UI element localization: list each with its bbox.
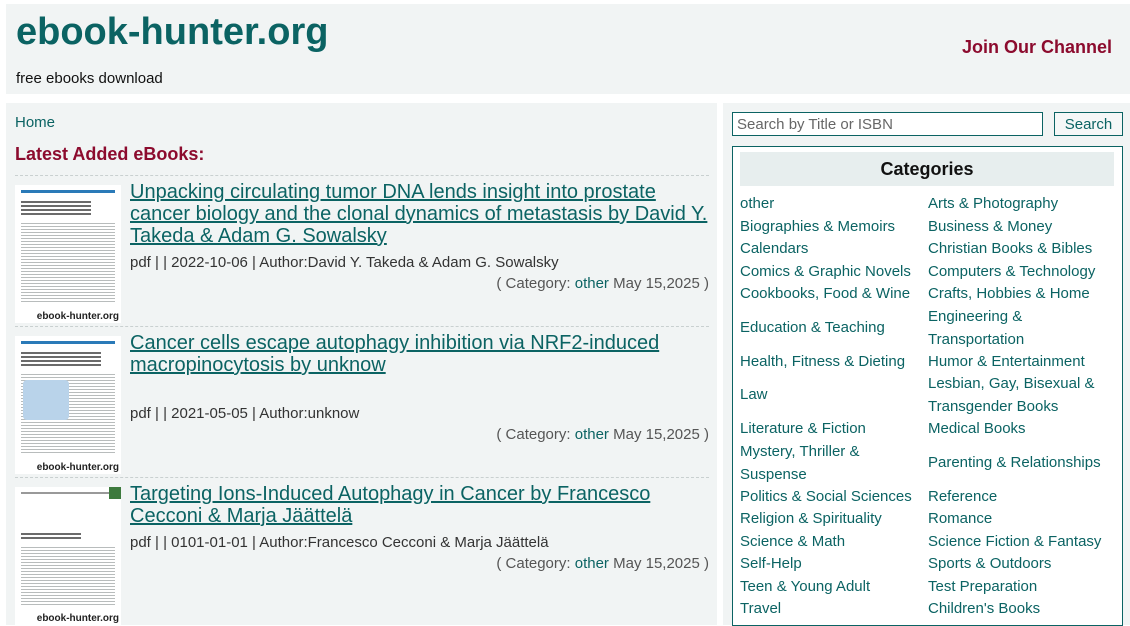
category-link-lgbt[interactable]: Lesbian, Gay, Bisexual & Transgender Boo…: [928, 373, 1108, 418]
category-link-crafts[interactable]: Crafts, Hobbies & Home: [928, 283, 1090, 306]
category-link-health[interactable]: Health, Fitness & Dieting: [740, 351, 905, 374]
cover-header-bar: [21, 492, 115, 498]
book-title-link[interactable]: Cancer cells escape autophagy inhibition…: [130, 332, 715, 376]
search-button[interactable]: Search: [1054, 112, 1123, 136]
join-channel-link[interactable]: Join Our Channel: [962, 37, 1112, 58]
book-title-link[interactable]: Unpacking circulating tumor DNA lends in…: [130, 181, 715, 247]
category-link-biographies[interactable]: Biographies & Memoirs: [740, 216, 895, 239]
category-link-politics[interactable]: Politics & Social Sciences: [740, 486, 912, 509]
category-link-literature[interactable]: Literature & Fiction: [740, 418, 866, 441]
cover-watermark: ebook-hunter.org: [15, 613, 121, 625]
categories-heading: Categories: [740, 152, 1114, 186]
book-cover-image[interactable]: ebook-hunter.org: [15, 185, 121, 323]
book-category-line: ( Category: other May 15,2025 ): [496, 555, 709, 572]
cover-header-bar: [21, 341, 115, 347]
site-header: ebook-hunter.org free ebooks download Jo…: [6, 4, 1130, 94]
category-link-christian[interactable]: Christian Books & Bibles: [928, 238, 1092, 261]
book-cover-image[interactable]: ebook-hunter.org: [15, 487, 121, 625]
book-meta: pdf | | 0101-01-01 | Author:Francesco Ce…: [130, 534, 549, 551]
book-category-link[interactable]: other: [575, 275, 609, 292]
book-meta: pdf | | 2021-05-05 | Author:unknow: [130, 405, 360, 422]
cover-text-lines: [21, 547, 115, 607]
category-link-arts[interactable]: Arts & Photography: [928, 193, 1058, 216]
category-link-medical[interactable]: Medical Books: [928, 418, 1026, 441]
category-link-computers[interactable]: Computers & Technology: [928, 261, 1095, 284]
category-link-other[interactable]: other: [740, 193, 774, 216]
book-list: ebook-hunter.org Unpacking circulating t…: [15, 175, 709, 625]
book-category-link[interactable]: other: [575, 426, 609, 443]
book-category-link[interactable]: other: [575, 555, 609, 572]
category-link-mystery[interactable]: Mystery, Thriller & Suspense: [740, 441, 920, 486]
main-content: Home Latest Added eBooks: ebook-hunter.o…: [6, 103, 717, 625]
category-link-parenting[interactable]: Parenting & Relationships: [928, 452, 1101, 475]
search-input[interactable]: [732, 112, 1043, 136]
cover-figure: [23, 380, 69, 420]
category-link-scifi[interactable]: Science Fiction & Fantasy: [928, 531, 1101, 554]
category-link-travel[interactable]: Travel: [740, 598, 781, 621]
category-link-romance[interactable]: Romance: [928, 508, 992, 531]
book-meta: pdf | | 2022-10-06 | Author:David Y. Tak…: [130, 254, 559, 271]
sidebar: Search Categories other Biographies & Me…: [723, 103, 1130, 626]
category-prefix: ( Category:: [496, 426, 571, 443]
category-link-business[interactable]: Business & Money: [928, 216, 1052, 239]
cover-title-lines: [21, 352, 101, 366]
book-item: ebook-hunter.org Cancer cells escape aut…: [15, 326, 709, 477]
breadcrumb-home-link[interactable]: Home: [15, 114, 55, 131]
category-link-law[interactable]: Law: [740, 384, 768, 407]
categories-panel: Categories other Biographies & Memoirs C…: [732, 146, 1123, 626]
book-category-line: ( Category: other May 15,2025 ): [496, 426, 709, 443]
cover-watermark: ebook-hunter.org: [15, 462, 121, 474]
cover-text-lines: [21, 223, 115, 303]
site-tagline: free ebooks download: [16, 70, 163, 87]
category-link-engineering[interactable]: Engineering & Transportation: [928, 306, 1058, 351]
category-link-comics[interactable]: Comics & Graphic Novels: [740, 261, 911, 284]
category-link-calendars[interactable]: Calendars: [740, 238, 808, 261]
cover-corner-mark: [109, 487, 121, 499]
category-prefix: ( Category:: [496, 275, 571, 292]
book-category-line: ( Category: other May 15,2025 ): [496, 275, 709, 292]
cover-title-lines: [21, 201, 91, 215]
book-title-link[interactable]: Targeting Ions-Induced Autophagy in Canc…: [130, 483, 715, 527]
cover-title-lines: [21, 533, 81, 539]
book-item: ebook-hunter.org Unpacking circulating t…: [15, 175, 709, 326]
site-title-link[interactable]: ebook-hunter.org: [16, 9, 328, 55]
category-link-reference[interactable]: Reference: [928, 486, 997, 509]
book-date: May 15,2025 ): [613, 275, 709, 292]
category-link-religion[interactable]: Religion & Spirituality: [740, 508, 882, 531]
category-link-teen[interactable]: Teen & Young Adult: [740, 576, 870, 599]
category-link-humor[interactable]: Humor & Entertainment: [928, 351, 1085, 374]
category-link-education[interactable]: Education & Teaching: [740, 317, 885, 340]
book-date: May 15,2025 ): [613, 555, 709, 572]
category-link-childrens[interactable]: Children's Books: [928, 598, 1040, 621]
category-link-self-help[interactable]: Self-Help: [740, 553, 802, 576]
cover-watermark: ebook-hunter.org: [15, 311, 121, 323]
book-cover-image[interactable]: ebook-hunter.org: [15, 336, 121, 474]
category-prefix: ( Category:: [496, 555, 571, 572]
category-link-test-prep[interactable]: Test Preparation: [928, 576, 1037, 599]
book-item: ebook-hunter.org Targeting Ions-Induced …: [15, 477, 709, 625]
category-link-sports[interactable]: Sports & Outdoors: [928, 553, 1051, 576]
latest-ebooks-heading: Latest Added eBooks:: [15, 144, 205, 164]
book-date: May 15,2025 ): [613, 426, 709, 443]
category-link-science-math[interactable]: Science & Math: [740, 531, 845, 554]
category-link-cookbooks[interactable]: Cookbooks, Food & Wine: [740, 283, 910, 306]
cover-header-bar: [21, 190, 115, 196]
